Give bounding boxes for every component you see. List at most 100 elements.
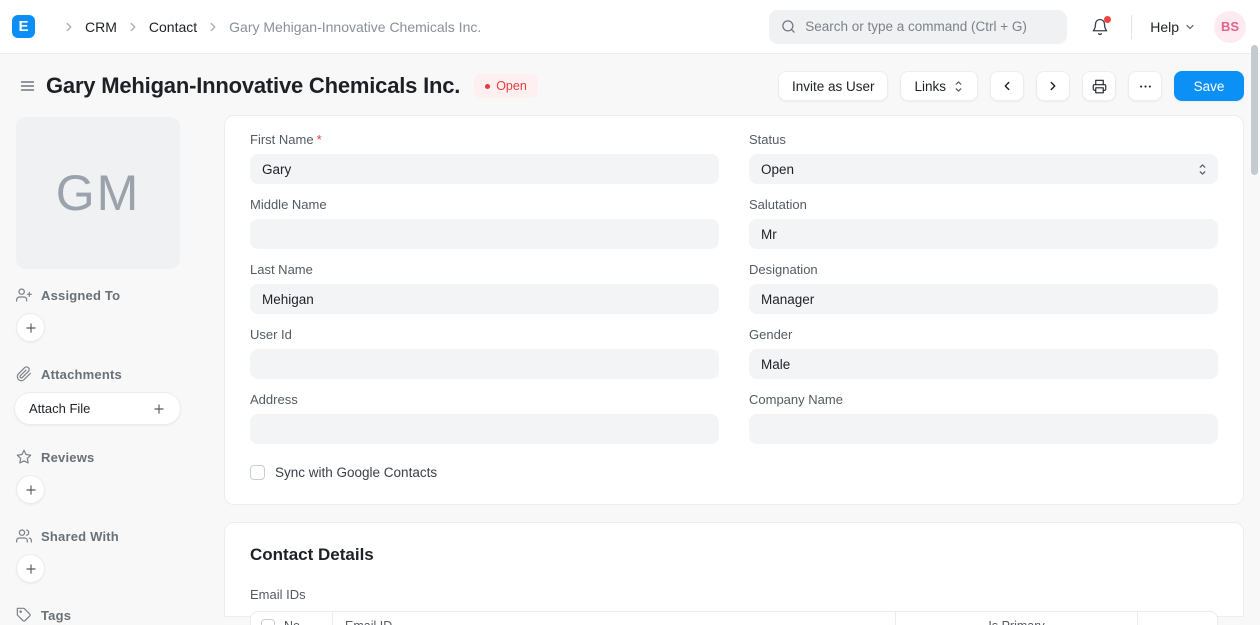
app-logo[interactable]: E xyxy=(12,15,35,38)
table-header-no: No. xyxy=(251,612,333,625)
chevron-down-icon xyxy=(1184,21,1196,33)
sidebar-toggle-button[interactable] xyxy=(10,71,44,101)
plus-icon xyxy=(24,321,38,335)
add-review-button[interactable] xyxy=(16,475,45,504)
app-window: E CRM Contact Gary Mehigan-Innovative Ch… xyxy=(0,0,1260,625)
more-options-button[interactable] xyxy=(1128,71,1162,101)
users-icon xyxy=(16,528,32,544)
print-button[interactable] xyxy=(1082,71,1116,101)
shared-with-section: Shared With xyxy=(16,528,181,544)
salutation-label: Salutation xyxy=(749,197,1218,212)
save-button[interactable]: Save xyxy=(1174,71,1244,101)
address-input[interactable] xyxy=(250,414,719,444)
last-name-label: Last Name xyxy=(250,262,719,277)
salutation-field: Salutation xyxy=(749,197,1218,249)
header-actions: Invite as User Links Save xyxy=(778,71,1244,101)
required-asterisk: * xyxy=(317,132,322,147)
previous-record-button[interactable] xyxy=(990,71,1024,101)
company-name-field: Company Name xyxy=(749,392,1218,444)
help-label: Help xyxy=(1150,19,1179,35)
first-name-label: First Name* xyxy=(250,132,719,147)
star-icon xyxy=(16,449,32,465)
page-header: Gary Mehigan-Innovative Chemicals Inc. O… xyxy=(0,54,1260,115)
links-dropdown-button[interactable]: Links xyxy=(900,71,978,101)
search-input[interactable] xyxy=(805,19,1055,34)
email-ids-label: Email IDs xyxy=(250,587,1218,602)
global-search[interactable] xyxy=(769,10,1067,44)
reviews-section: Reviews xyxy=(16,449,181,465)
breadcrumb-crm[interactable]: CRM xyxy=(85,19,117,35)
select-all-checkbox[interactable] xyxy=(261,619,275,625)
user-initials: BS xyxy=(1221,19,1239,34)
page-content: GM Assigned To Attachments Attach File xyxy=(0,115,1260,625)
contact-form-card: First Name* Status Open Middle Name xyxy=(224,115,1244,505)
invite-as-user-label: Invite as User xyxy=(792,79,875,94)
search-icon xyxy=(781,19,796,34)
main-form-area: First Name* Status Open Middle Name xyxy=(224,115,1244,617)
designation-field: Designation xyxy=(749,262,1218,314)
reviews-label: Reviews xyxy=(41,450,94,465)
notification-dot xyxy=(1104,16,1111,23)
tags-section: Tags xyxy=(16,607,181,623)
middle-name-input[interactable] xyxy=(250,219,719,249)
user-id-field: User Id xyxy=(250,327,719,379)
chevron-right-icon xyxy=(1046,79,1060,93)
chevron-right-icon xyxy=(206,20,220,34)
plus-icon xyxy=(24,483,38,497)
contact-avatar[interactable]: GM xyxy=(16,117,180,269)
status-select[interactable]: Open xyxy=(749,154,1218,184)
breadcrumb: CRM Contact Gary Mehigan-Innovative Chem… xyxy=(53,19,481,35)
designation-input[interactable] xyxy=(749,284,1218,314)
user-id-label: User Id xyxy=(250,327,719,342)
first-name-input[interactable] xyxy=(250,154,719,184)
attachments-label: Attachments xyxy=(41,367,122,382)
record-sidebar: GM Assigned To Attachments Attach File xyxy=(14,115,181,625)
sync-google-contacts-checkbox[interactable] xyxy=(250,465,265,480)
paperclip-icon xyxy=(16,366,32,382)
page-title: Gary Mehigan-Innovative Chemicals Inc. xyxy=(46,73,460,99)
status-value: Open xyxy=(761,162,794,177)
add-share-button[interactable] xyxy=(16,554,45,583)
contact-avatar-initials: GM xyxy=(56,164,141,222)
breadcrumb-contact[interactable]: Contact xyxy=(149,19,197,35)
invite-as-user-button[interactable]: Invite as User xyxy=(778,71,889,101)
plus-icon xyxy=(24,562,38,576)
user-avatar[interactable]: BS xyxy=(1214,11,1246,43)
help-menu[interactable]: Help xyxy=(1150,19,1196,35)
navbar-right: Help BS xyxy=(769,10,1246,44)
next-record-button[interactable] xyxy=(1036,71,1070,101)
tags-label: Tags xyxy=(41,608,71,623)
vertical-scrollbar[interactable] xyxy=(1251,45,1258,175)
navbar-divider xyxy=(1131,15,1132,39)
chevron-up-down-icon xyxy=(1197,163,1208,176)
printer-icon xyxy=(1092,79,1107,94)
last-name-field: Last Name xyxy=(250,262,719,314)
contact-details-card: Contact Details Email IDs No. Email ID I… xyxy=(224,522,1244,617)
chevron-right-icon xyxy=(62,20,76,34)
notifications-button[interactable] xyxy=(1091,18,1109,36)
app-logo-letter: E xyxy=(18,18,28,35)
gender-input[interactable] xyxy=(749,349,1218,379)
status-field: Status Open xyxy=(749,132,1218,184)
status-badge-label: Open xyxy=(496,79,527,93)
top-navbar: E CRM Contact Gary Mehigan-Innovative Ch… xyxy=(0,0,1260,54)
last-name-input[interactable] xyxy=(250,284,719,314)
ellipsis-icon xyxy=(1138,79,1153,94)
gender-field: Gender xyxy=(749,327,1218,379)
user-plus-icon xyxy=(16,287,32,303)
attach-file-label: Attach File xyxy=(29,401,90,416)
menu-icon xyxy=(18,78,37,94)
status-label: Status xyxy=(749,132,1218,147)
status-badge: Open xyxy=(474,74,538,98)
tag-icon xyxy=(16,607,32,623)
add-assignment-button[interactable] xyxy=(16,313,45,342)
user-id-input[interactable] xyxy=(250,349,719,379)
salutation-input[interactable] xyxy=(749,219,1218,249)
company-name-input[interactable] xyxy=(749,414,1218,444)
breadcrumb-record[interactable]: Gary Mehigan-Innovative Chemicals Inc. xyxy=(229,19,481,35)
status-dot-icon xyxy=(485,84,490,89)
shared-with-label: Shared With xyxy=(41,529,119,544)
attach-file-button[interactable]: Attach File xyxy=(14,392,181,425)
assigned-to-section: Assigned To xyxy=(16,287,181,303)
chevron-right-icon xyxy=(126,20,140,34)
